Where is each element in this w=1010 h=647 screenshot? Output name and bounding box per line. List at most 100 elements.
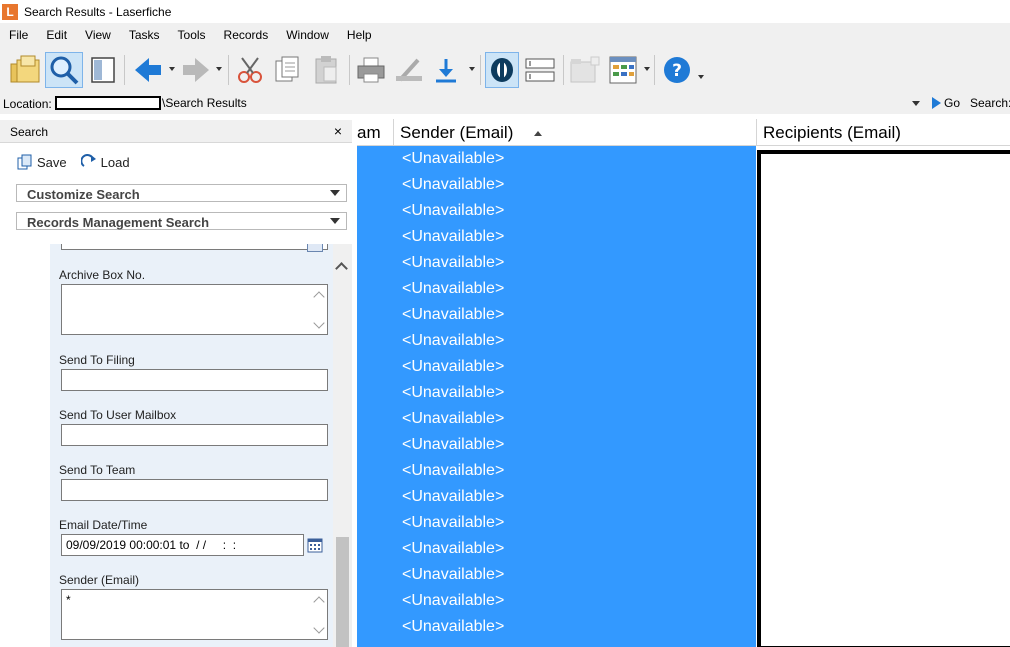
table-row[interactable]: <Unavailable>: [402, 614, 504, 640]
forward-button[interactable]: [179, 52, 213, 88]
chevron-down-icon: [330, 218, 340, 224]
download-button[interactable]: [431, 52, 461, 88]
help-icon: ?: [664, 57, 690, 83]
cut-button[interactable]: [234, 52, 268, 88]
column-header-name[interactable]: am: [357, 119, 394, 146]
save-search-button[interactable]: Save: [37, 155, 67, 170]
browser-pane-button[interactable]: [88, 52, 118, 88]
location-label: Location:: [3, 96, 52, 111]
field-scroll-arrows[interactable]: [313, 594, 325, 634]
scan-button[interactable]: [392, 52, 426, 88]
ocr-button[interactable]: [485, 52, 519, 88]
sender-email-input[interactable]: *: [61, 589, 328, 640]
table-row[interactable]: <Unavailable>: [402, 276, 504, 302]
copy-button[interactable]: [271, 52, 303, 88]
menu-records[interactable]: Records: [215, 23, 278, 47]
email-datetime-input[interactable]: 09/09/2019 00:00:01 to / / : :: [61, 534, 304, 556]
send-to-team-input[interactable]: [61, 479, 328, 501]
table-row[interactable]: <Unavailable>: [402, 432, 504, 458]
help-dropdown-icon[interactable]: [698, 75, 704, 79]
back-dropdown-icon[interactable]: [169, 67, 175, 71]
cut-icon: [238, 57, 262, 83]
calendar-icon[interactable]: [307, 537, 323, 553]
columns-dropdown-icon[interactable]: [644, 67, 650, 71]
chevron-up-icon[interactable]: [335, 262, 348, 275]
send-to-team-label: Send To Team: [59, 463, 136, 477]
scrollbar-thumb[interactable]: [336, 537, 349, 647]
search-pane: Search × Save Load Customize Search Reco…: [0, 120, 352, 647]
columns-icon: [609, 56, 637, 84]
copy-icon: [275, 56, 299, 82]
table-row[interactable]: <Unavailable>: [402, 250, 504, 276]
toolbar-separator: [654, 55, 655, 85]
search-pane-title: Search: [10, 125, 49, 139]
table-row[interactable]: <Unavailable>: [402, 354, 504, 380]
column-header-sender-email[interactable]: Sender (Email): [394, 119, 757, 146]
send-to-user-mailbox-input[interactable]: [61, 424, 328, 446]
table-row[interactable]: <Unavailable>: [402, 510, 504, 536]
table-row[interactable]: <Unavailable>: [402, 224, 504, 250]
table-row[interactable]: <Unavailable>: [402, 536, 504, 562]
customize-search-section[interactable]: Customize Search: [16, 184, 347, 202]
send-to-user-mailbox-label: Send To User Mailbox: [59, 408, 177, 422]
quick-search-label: Search:: [970, 96, 1010, 110]
menu-tools[interactable]: Tools: [169, 23, 215, 47]
menu-bar: File Edit View Tasks Tools Records Windo…: [0, 23, 1010, 47]
back-button[interactable]: [131, 52, 165, 88]
table-row[interactable]: <Unavailable>: [402, 328, 504, 354]
field-scroll-arrows[interactable]: [313, 289, 325, 329]
columns-button[interactable]: [606, 52, 640, 88]
clipped-field-input[interactable]: [61, 244, 328, 250]
table-row[interactable]: <Unavailable>: [402, 172, 504, 198]
new-folder-button[interactable]: [568, 52, 602, 88]
table-row[interactable]: <Unavailable>: [402, 302, 504, 328]
table-row[interactable]: <Unavailable>: [402, 562, 504, 588]
table-row[interactable]: <Unavailable>: [402, 458, 504, 484]
email-datetime-value: 09/09/2019 00:00:01 to / / : :: [66, 538, 237, 552]
table-row[interactable]: <Unavailable>: [402, 146, 504, 172]
go-button[interactable]: Go: [932, 96, 960, 110]
title-bar: L Search Results - Laserfiche: [0, 0, 1010, 23]
table-row[interactable]: <Unavailable>: [402, 588, 504, 614]
table-row[interactable]: <Unavailable>: [402, 380, 504, 406]
close-icon[interactable]: ×: [334, 123, 342, 139]
menu-view[interactable]: View: [76, 23, 120, 47]
table-row[interactable]: <Unavailable>: [402, 198, 504, 224]
search-pane-scrollbar[interactable]: [333, 244, 352, 647]
window-title: Search Results - Laserfiche: [24, 4, 172, 19]
records-management-search-section[interactable]: Records Management Search: [16, 212, 347, 230]
help-button[interactable]: ?: [660, 52, 694, 88]
save-search-icon[interactable]: [17, 154, 33, 170]
load-search-button[interactable]: Load: [101, 155, 130, 170]
toolbar-separator: [124, 55, 125, 85]
search-pane-header: Search ×: [0, 120, 352, 143]
archive-box-label: Archive Box No.: [59, 268, 146, 282]
toolbar-separator: [228, 55, 229, 85]
location-dropdown-icon[interactable]: [912, 101, 920, 106]
print-button[interactable]: [354, 52, 388, 88]
search-button[interactable]: [45, 52, 83, 88]
recipients-cell-focus[interactable]: [757, 150, 1010, 647]
location-bar: Location: \Search Results Go Search:: [0, 93, 1010, 114]
paste-button[interactable]: [310, 52, 342, 88]
send-to-filing-input[interactable]: [61, 369, 328, 391]
menu-tasks[interactable]: Tasks: [120, 23, 169, 47]
menu-file[interactable]: File: [0, 23, 37, 47]
menu-window[interactable]: Window: [277, 23, 338, 47]
search-results-grid: am Sender (Email) Recipients (Email) <Un…: [357, 119, 1010, 647]
archive-box-input[interactable]: [61, 284, 328, 335]
table-row[interactable]: <Unavailable>: [402, 406, 504, 432]
forward-dropdown-icon[interactable]: [216, 67, 222, 71]
menu-edit[interactable]: Edit: [37, 23, 76, 47]
template-fields-button[interactable]: [523, 52, 557, 88]
table-row[interactable]: <Unavailable>: [402, 484, 504, 510]
send-to-filing-label: Send To Filing: [59, 353, 135, 367]
download-dropdown-icon[interactable]: [469, 67, 475, 71]
calendar-icon[interactable]: [307, 244, 323, 252]
search-fields-area: Archive Box No. Send To Filing Send To U…: [50, 244, 333, 647]
load-search-icon[interactable]: [80, 154, 97, 170]
menu-help[interactable]: Help: [338, 23, 381, 47]
column-header-recipients-email[interactable]: Recipients (Email): [757, 119, 1010, 146]
location-path[interactable]: \Search Results: [162, 96, 247, 110]
open-folder-button[interactable]: [8, 52, 44, 88]
